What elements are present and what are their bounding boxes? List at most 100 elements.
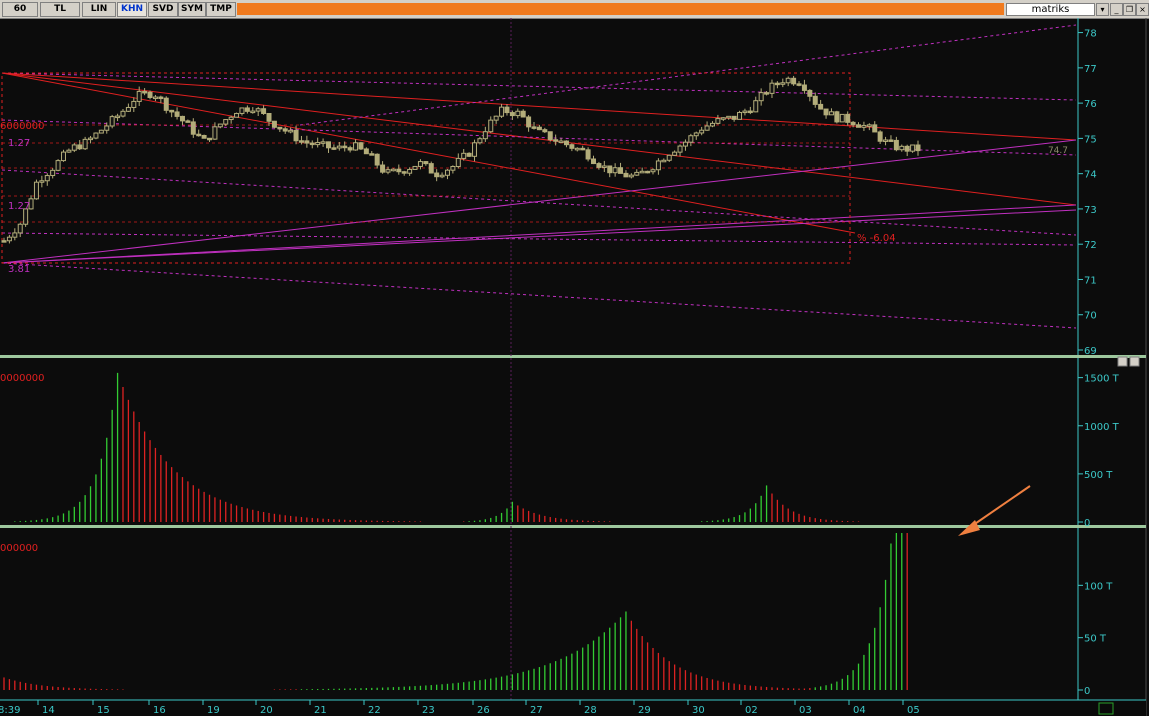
- candle: [250, 110, 256, 114]
- candle: [33, 181, 39, 200]
- candle: [915, 144, 921, 152]
- candle: [580, 147, 586, 151]
- candle: [169, 109, 175, 113]
- x-tick-label: 26: [477, 705, 490, 716]
- trend-line: [299, 24, 1077, 126]
- x-tick-label: 05: [907, 705, 920, 716]
- x-tick-label: 02: [745, 705, 758, 716]
- candle: [261, 108, 267, 114]
- y-tick-label: 70: [1084, 311, 1097, 322]
- percent-annotation: % -6.04: [857, 233, 896, 244]
- price-candles: [1, 75, 921, 244]
- candle: [807, 89, 813, 97]
- panel-maximize-icon[interactable]: [1117, 356, 1128, 367]
- panel-close-icon[interactable]: [1129, 356, 1140, 367]
- candle: [417, 161, 423, 167]
- candle: [125, 106, 131, 112]
- candle: [639, 170, 645, 174]
- y-tick-label: 76: [1084, 99, 1097, 110]
- candle: [6, 236, 12, 242]
- candle: [39, 180, 45, 183]
- candle: [369, 153, 375, 156]
- indicator-2-label: 000000: [0, 543, 38, 554]
- candle: [628, 174, 634, 178]
- candle: [390, 168, 396, 172]
- candle: [93, 132, 99, 139]
- candle: [709, 122, 715, 127]
- y-tick-label: 1000 T: [1084, 422, 1120, 433]
- candle: [71, 144, 77, 151]
- candle: [423, 161, 429, 165]
- x-tick-label: 30: [692, 705, 705, 716]
- candle: [88, 137, 94, 141]
- candle: [482, 131, 488, 140]
- candle: [363, 148, 369, 155]
- candle: [861, 124, 867, 128]
- candle: [731, 115, 737, 120]
- candle: [217, 123, 223, 128]
- candle: [796, 83, 802, 86]
- candle: [883, 139, 889, 142]
- candle: [131, 100, 137, 108]
- candle: [461, 152, 467, 159]
- candle: [44, 175, 50, 182]
- candle: [682, 141, 688, 147]
- candle: [293, 129, 299, 142]
- candle: [828, 111, 834, 116]
- candle: [444, 169, 450, 176]
- candle: [396, 168, 402, 173]
- y-tick-label: 78: [1084, 29, 1097, 40]
- y-tick-label: 77: [1084, 64, 1097, 75]
- candle: [704, 125, 710, 131]
- candle: [136, 90, 142, 102]
- x-tick-label: 03: [799, 705, 812, 716]
- candle: [142, 90, 148, 94]
- candle: [612, 167, 618, 174]
- candle: [472, 142, 478, 157]
- candle: [872, 124, 878, 133]
- fib-label: 6000000: [0, 121, 45, 132]
- candle: [574, 147, 580, 151]
- candle: [791, 77, 797, 85]
- x-tick-label: 19: [207, 705, 220, 716]
- candle: [834, 111, 840, 123]
- trend-line: [1, 169, 1077, 236]
- candle: [531, 126, 537, 129]
- chart-frame: [0, 18, 1147, 716]
- x-tick-label: 04: [853, 705, 866, 716]
- candle: [526, 116, 532, 128]
- candle: [753, 100, 759, 113]
- y-tick-label: 1500 T: [1084, 374, 1120, 385]
- candle: [120, 110, 126, 117]
- candle: [785, 77, 791, 84]
- axis-labels: 78 77 76 75 74 73 72 71 70 69 74.7 1500 T 1000 T 500 …: [0, 29, 1120, 716]
- candle: [520, 110, 526, 118]
- candle: [563, 140, 569, 146]
- y-tick-label: 71: [1084, 275, 1097, 286]
- candle: [336, 145, 342, 149]
- candle: [569, 144, 575, 149]
- candle: [780, 82, 786, 85]
- candle: [515, 110, 521, 117]
- candle: [82, 138, 88, 150]
- candle: [737, 111, 743, 120]
- candle: [466, 152, 472, 157]
- candle: [185, 120, 191, 123]
- candle: [331, 147, 337, 150]
- candle: [98, 129, 104, 134]
- candle: [271, 120, 277, 128]
- candle: [536, 126, 542, 131]
- last-price-label: 74.7: [1048, 146, 1068, 156]
- candle: [428, 163, 434, 174]
- candle: [374, 153, 380, 166]
- candle: [201, 134, 207, 139]
- candle: [342, 145, 348, 149]
- candle: [179, 115, 185, 122]
- candle: [244, 107, 250, 112]
- candle: [845, 113, 851, 123]
- candle: [207, 137, 213, 141]
- y-tick-label: 73: [1084, 205, 1097, 216]
- scroll-icon[interactable]: [1098, 702, 1114, 715]
- x-tick-label: 21: [314, 705, 327, 716]
- candle: [407, 168, 413, 174]
